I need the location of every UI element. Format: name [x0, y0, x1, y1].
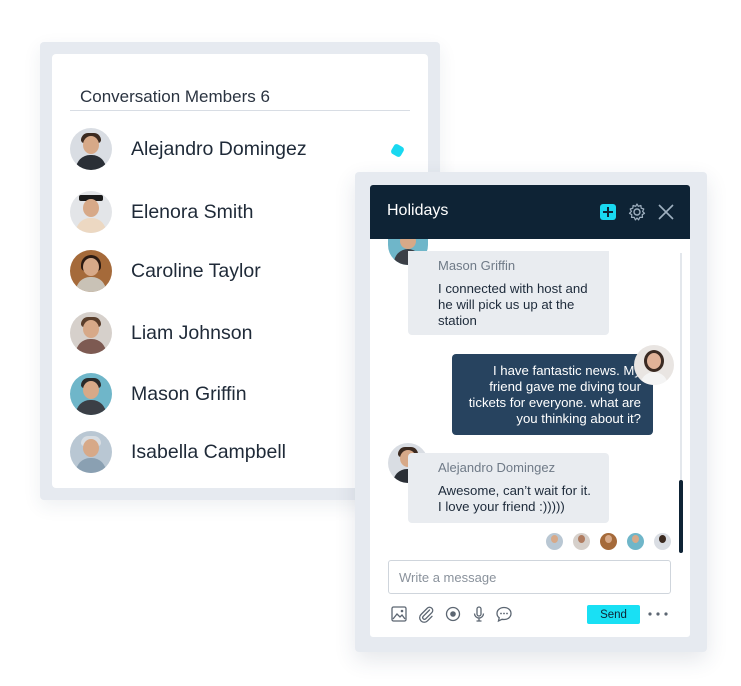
- message-input[interactable]: [388, 560, 671, 594]
- seen-avatar: [600, 533, 617, 550]
- record-icon[interactable]: [444, 605, 462, 623]
- more-icon[interactable]: [647, 609, 669, 619]
- divider: [70, 110, 410, 111]
- seen-avatar: [573, 533, 590, 550]
- incoming-message: Alejandro Domingez Awesome, can’t wait f…: [408, 453, 609, 523]
- member-name: Mason Griffin: [131, 382, 247, 405]
- chat-bubble-icon[interactable]: [495, 605, 513, 623]
- message-text: I connected with host and he will pick u…: [438, 281, 588, 328]
- send-button[interactable]: Send: [587, 605, 640, 624]
- member-name: Caroline Taylor: [131, 259, 261, 282]
- member-name: Isabella Campbell: [131, 440, 287, 463]
- chat-header: Holidays: [370, 185, 690, 239]
- chat-card: Holidays Mason Griffin I connected with …: [370, 185, 690, 637]
- gear-icon[interactable]: [627, 202, 647, 222]
- scrollbar-thumb[interactable]: [679, 480, 683, 553]
- message-text: I have fantastic news. My friend gave me…: [468, 363, 641, 426]
- outgoing-message: I have fantastic news. My friend gave me…: [452, 354, 653, 435]
- chat-title: Holidays: [387, 202, 449, 219]
- avatar: [70, 431, 112, 473]
- seen-avatar: [627, 533, 644, 550]
- avatar: [70, 128, 112, 170]
- member-row[interactable]: Mason Griffin: [70, 371, 247, 417]
- seen-avatar: [546, 533, 563, 550]
- chat-window: Holidays Mason Griffin I connected with …: [355, 172, 707, 652]
- avatar: [70, 191, 112, 233]
- avatar: [70, 250, 112, 292]
- member-row[interactable]: Liam Johnson: [70, 310, 252, 356]
- member-row[interactable]: Elenora Smith: [70, 189, 253, 235]
- members-title: Conversation Members 6: [80, 87, 270, 106]
- member-row[interactable]: Alejandro Domingez: [70, 126, 307, 172]
- member-name: Liam Johnson: [131, 321, 253, 344]
- incoming-message: Mason Griffin I connected with host and …: [408, 251, 609, 335]
- close-icon[interactable]: [656, 202, 676, 222]
- message-sender: Alejandro Domingez: [438, 460, 556, 475]
- member-name: Alejandro Domingez: [131, 137, 307, 160]
- image-icon[interactable]: [390, 605, 408, 623]
- message-sender: Mason Griffin: [438, 258, 516, 273]
- member-row[interactable]: Caroline Taylor: [70, 248, 261, 294]
- add-icon[interactable]: [600, 204, 616, 220]
- paperclip-icon[interactable]: [417, 605, 435, 623]
- my-avatar: [634, 345, 674, 385]
- seen-avatar: [654, 533, 671, 550]
- member-name: Elenora Smith: [131, 200, 254, 223]
- message-text: Awesome, can’t wait for it. I love your …: [438, 483, 591, 514]
- avatar: [70, 373, 112, 415]
- online-status-icon: [389, 142, 406, 159]
- microphone-icon[interactable]: [470, 605, 488, 623]
- member-row[interactable]: Isabella Campbell: [70, 429, 286, 475]
- avatar: [70, 312, 112, 354]
